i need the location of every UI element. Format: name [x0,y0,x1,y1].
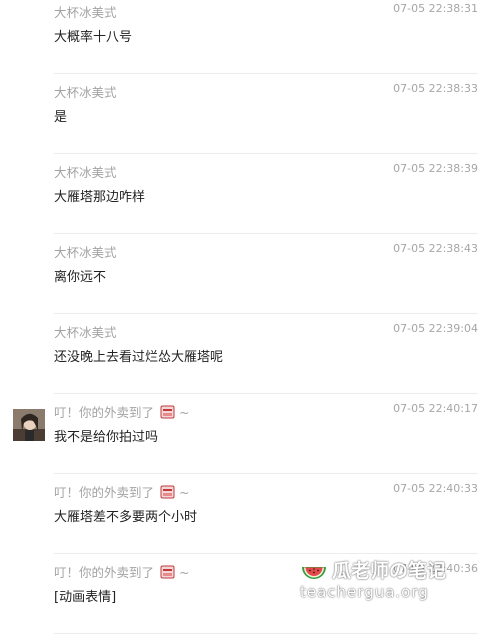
message-text: 是 [54,110,68,125]
takeout-bag-icon [160,565,175,579]
sender-name: 大杯冰美式 [54,5,117,20]
chat-message-3: 大杯冰美式 07-05 22:38:39 大雁塔那边咋样 [0,154,486,234]
sender-line: 大杯冰美式 [54,322,117,341]
message-timestamp: 07-05 22:38:43 [393,242,478,255]
chat-message-7: 叮！你的外卖到了 ~ 07-05 22:40:33 大雁塔差不多要两个小时 [0,474,486,554]
message-timestamp: 07-05 22:39:04 [393,322,478,335]
chat-message-2: 大杯冰美式 07-05 22:38:33 是 [0,74,486,154]
chat-message-5: 大杯冰美式 07-05 22:39:04 还没晚上去看过烂怂大雁塔呢 [0,314,486,394]
sender-name: 叮！你的外卖到了 [54,565,155,580]
chat-message-6: 叮！你的外卖到了 ~ 07-05 22:40:17 我不是给你拍过吗 [0,394,486,474]
sender-suffix: ~ [179,405,190,420]
watermark-url: teachergua.org [300,583,429,601]
sender-name: 大杯冰美式 [54,325,117,340]
sender-line: 大杯冰美式 [54,2,117,21]
message-timestamp: 07-05 22:38:33 [393,82,478,95]
watermelon-icon [302,567,326,579]
avatar[interactable] [13,409,45,441]
takeout-bag-icon [160,485,175,499]
message-timestamp: 07-05 22:38:39 [393,162,478,175]
sender-line: 大杯冰美式 [54,82,117,101]
message-text: 还没晚上去看过烂怂大雁塔呢 [54,350,224,365]
watermark: 瓜老师の笔记 teachergua.org [296,556,476,602]
message-text: 大概率十八号 [54,30,133,45]
chat-message-4: 大杯冰美式 07-05 22:38:43 离你远不 [0,234,486,314]
sender-line: 叮！你的外卖到了 ~ [54,482,189,501]
takeout-bag-icon [160,405,175,419]
message-timestamp: 07-05 22:40:33 [393,482,478,495]
message-text: 大雁塔差不多要两个小时 [54,510,198,525]
sender-line: 大杯冰美式 [54,242,117,261]
message-timestamp: 07-05 22:38:31 [393,2,478,15]
message-text: 我不是给你拍过吗 [54,430,159,445]
chat-message-list: 大杯冰美式 07-05 22:38:31 大概率十八号 大杯冰美式 07-05 … [0,0,486,634]
sender-name: 叮！你的外卖到了 [54,485,155,500]
sender-name: 大杯冰美式 [54,165,117,180]
watermark-title: 瓜老师の笔记 [332,560,447,582]
message-text: 离你远不 [54,270,107,285]
sender-name: 大杯冰美式 [54,245,117,260]
sender-line: 大杯冰美式 [54,162,117,181]
sender-suffix: ~ [179,565,190,580]
message-timestamp: 07-05 22:40:17 [393,402,478,415]
chat-message-1: 大杯冰美式 07-05 22:38:31 大概率十八号 [0,0,486,74]
sender-name: 叮！你的外卖到了 [54,405,155,420]
sender-line: 叮！你的外卖到了 ~ [54,562,189,581]
message-text: [动画表情] [54,590,117,605]
sender-line: 叮！你的外卖到了 ~ [54,402,189,421]
sender-suffix: ~ [179,485,190,500]
sender-name: 大杯冰美式 [54,85,117,100]
message-text: 大雁塔那边咋样 [54,190,146,205]
